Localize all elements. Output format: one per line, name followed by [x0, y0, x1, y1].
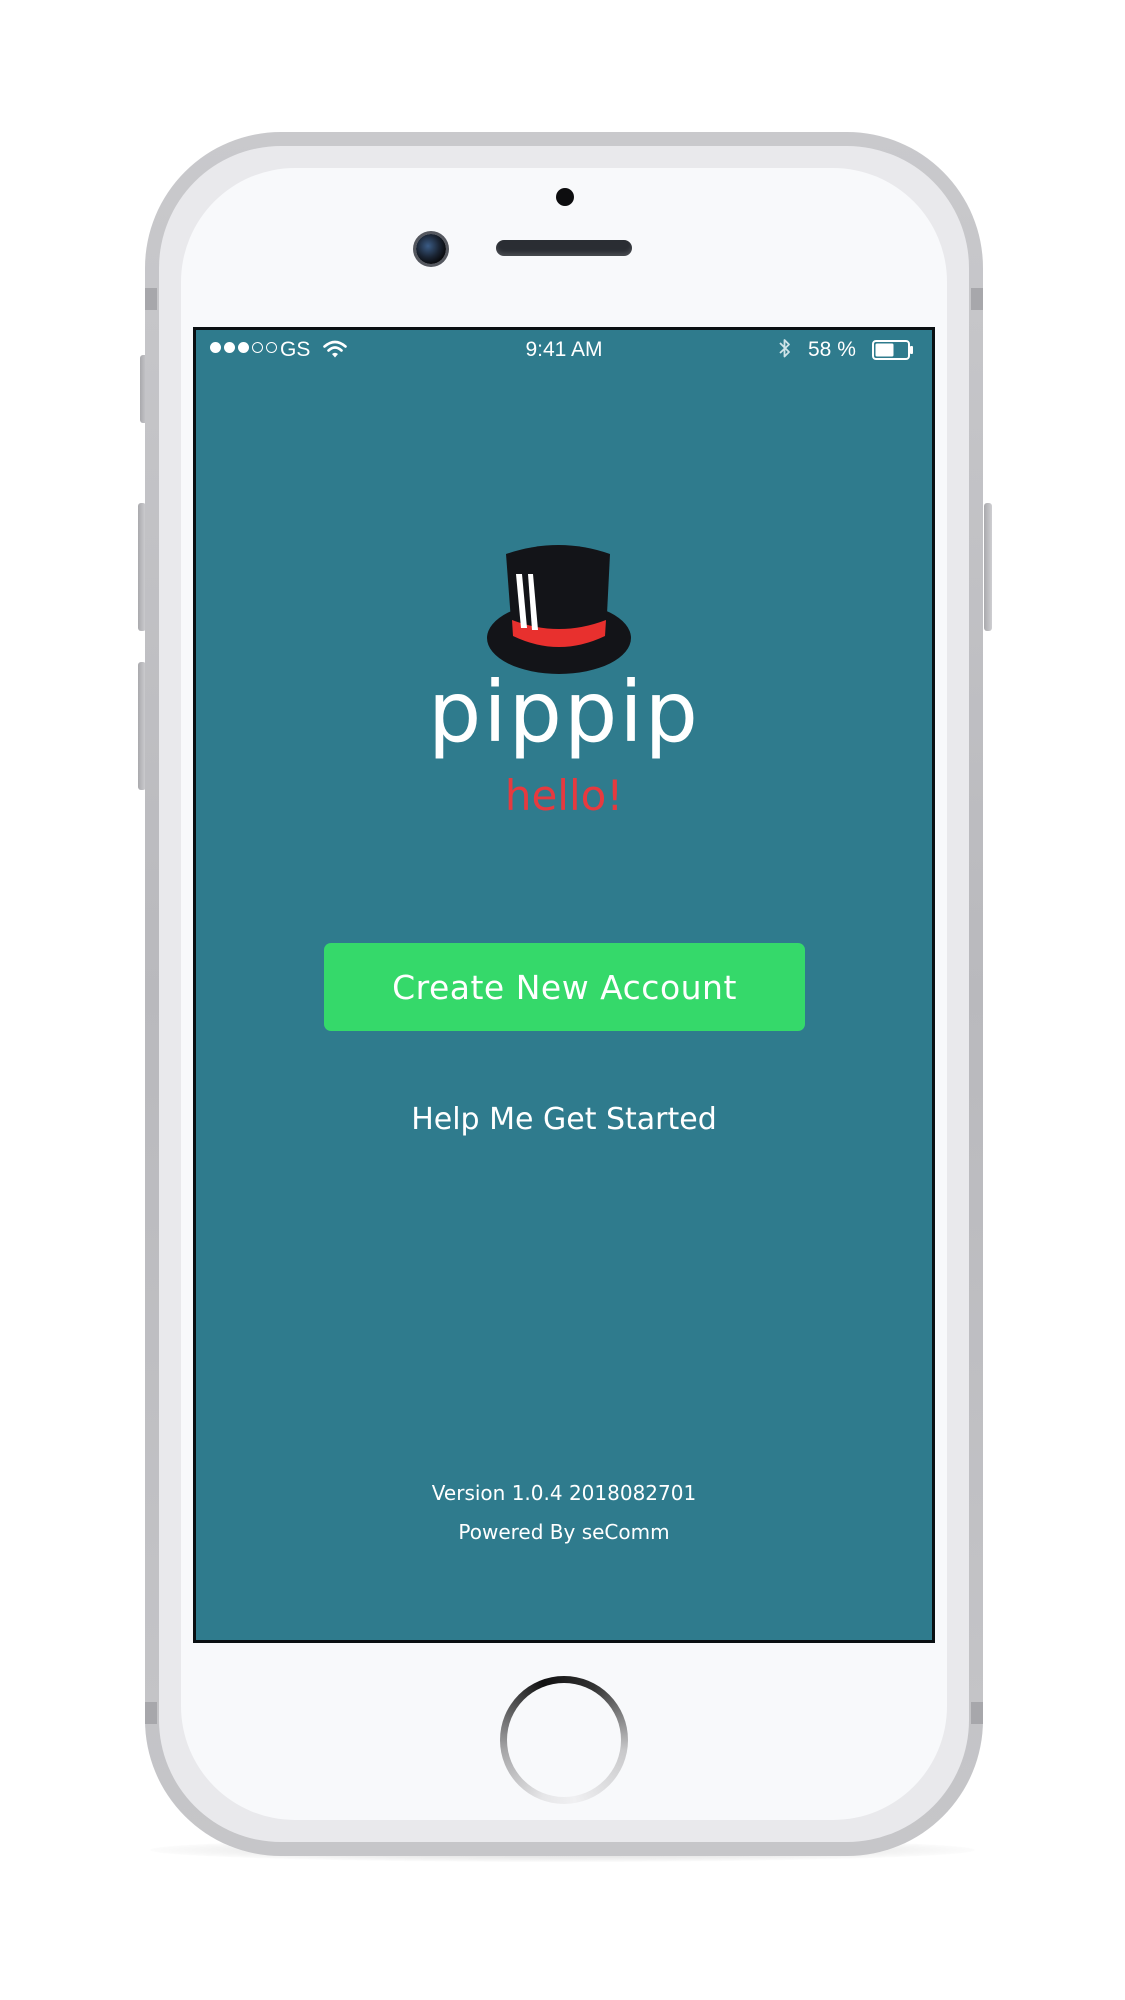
tagline: hello!: [504, 771, 624, 820]
help-me-get-started-link[interactable]: Help Me Get Started: [196, 1102, 932, 1137]
status-bar: GS 9:41 AM 58 %: [196, 330, 932, 374]
front-camera: [416, 234, 446, 264]
proximity-sensor: [556, 188, 574, 206]
version-label: Version 1.0.4 2018082701: [431, 1481, 697, 1505]
antenna-line: [971, 288, 983, 310]
antenna-line: [145, 1702, 157, 1724]
create-new-account-button[interactable]: Create New Account: [324, 943, 805, 1031]
bluetooth-icon: [779, 339, 790, 358]
earpiece-speaker: [496, 240, 632, 256]
device-mockup: GS 9:41 AM 58 % pippip hello! Create New…: [0, 0, 1125, 2000]
battery-icon: [872, 340, 913, 360]
home-button-face[interactable]: [507, 1683, 621, 1797]
power-button: [984, 503, 992, 631]
app-name-wordmark: pippip: [428, 663, 700, 761]
powered-by-label: Powered By seComm: [458, 1520, 670, 1544]
app-screen: GS 9:41 AM 58 % pippip hello! Create New…: [193, 327, 935, 1643]
top-hat-icon: [487, 545, 631, 674]
antenna-line: [145, 288, 157, 310]
antenna-line: [971, 1702, 983, 1724]
battery-percentage: 58 %: [808, 338, 856, 361]
